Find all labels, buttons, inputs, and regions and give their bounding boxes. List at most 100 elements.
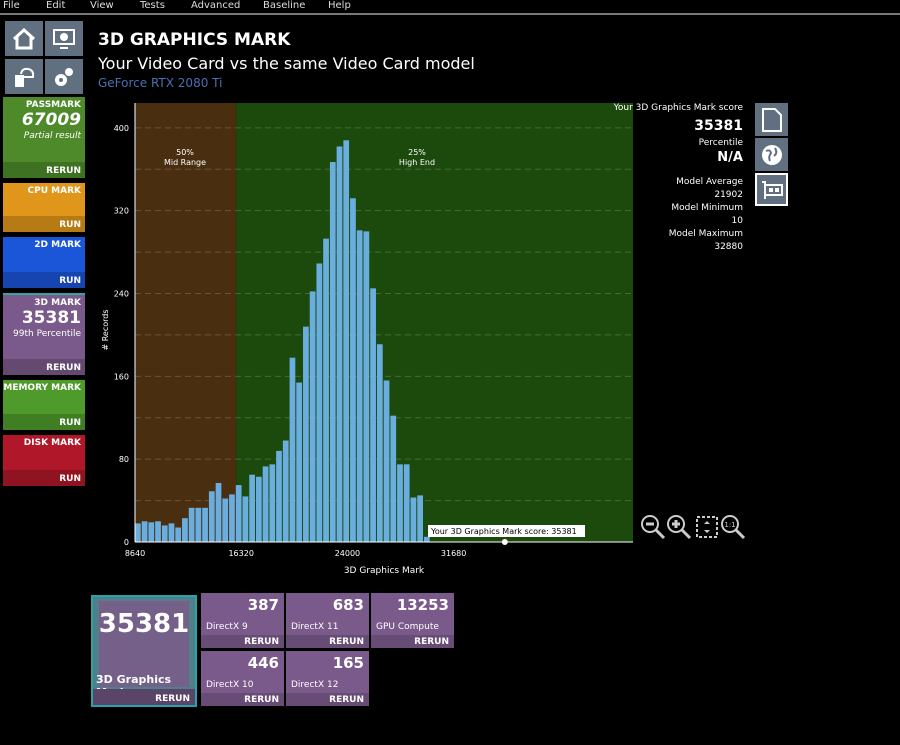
histogram-bar [336, 146, 343, 542]
sidebar-passmark-tile[interactable]: PASSMARK 67009 Partial result RERUN [3, 97, 85, 178]
y-tick-label: 0 [124, 538, 129, 547]
menu-view[interactable]: View [90, 0, 114, 11]
score-marker [501, 539, 508, 545]
video-card-model: GeForce RTX 2080 Ti [98, 76, 223, 90]
zoom-out-icon[interactable] [640, 514, 666, 540]
histogram-bar [316, 263, 323, 542]
rerun-button[interactable]: RERUN [46, 166, 81, 176]
histogram-bar [282, 440, 289, 542]
rerun-button[interactable]: RERUN [329, 637, 364, 647]
histogram-bar [195, 507, 202, 542]
menu-advanced[interactable]: Advanced [191, 0, 240, 11]
rerun-button[interactable]: RERUN [244, 695, 279, 705]
rerun-button[interactable]: RERUN [46, 363, 81, 373]
region-name: High End [399, 158, 435, 167]
histogram-bar [383, 380, 390, 542]
histogram-bar [135, 523, 141, 542]
test-score: 446 [247, 654, 279, 672]
model-maximum-value: 32880 [714, 242, 743, 252]
histogram-bar [417, 495, 424, 542]
rerun-button[interactable]: RERUN [155, 694, 190, 704]
menu-file[interactable]: File [3, 0, 20, 11]
model-minimum-label: Model Minimum [671, 203, 743, 213]
rerun-button[interactable]: RERUN [414, 637, 449, 647]
histogram-bar [370, 288, 376, 542]
test-tile-directx9[interactable]: 387 DirectX 9 RERUN [201, 593, 284, 648]
histogram-bar [296, 382, 303, 542]
main-3d-graphics-mark-tile[interactable]: 35381 3D Graphics Mark RERUN [91, 595, 197, 707]
settings-button[interactable] [45, 59, 83, 94]
y-tick-label: 240 [114, 290, 129, 299]
test-name: GPU Compute [376, 622, 439, 632]
histogram-bar [403, 464, 410, 542]
histogram-bar [175, 527, 182, 542]
histogram-bar [269, 464, 276, 542]
histogram-bar [323, 238, 329, 542]
histogram-bar [229, 494, 235, 542]
model-minimum-value: 10 [731, 216, 743, 226]
document-icon [761, 107, 782, 132]
histogram-bar [343, 140, 350, 542]
tile-sub: Partial result [23, 131, 81, 141]
run-button[interactable]: RUN [59, 220, 81, 230]
x-tick-label: 8640 [125, 549, 145, 558]
run-button[interactable]: RUN [59, 474, 81, 484]
histogram-bar [350, 198, 356, 543]
home-button[interactable] [5, 21, 43, 56]
export-document-button[interactable] [755, 103, 788, 136]
tile-label: MEMORY MARK [3, 383, 81, 393]
baseline-cloud-button[interactable] [5, 59, 43, 94]
histogram-bar [202, 507, 208, 542]
test-tile-gpu-compute[interactable]: 13253 GPU Compute RERUN [371, 593, 454, 648]
histogram-bar [242, 496, 249, 542]
test-tile-directx11[interactable]: 683 DirectX 11 RERUN [286, 593, 369, 648]
y-tick-label: 160 [114, 372, 129, 381]
graphics-card-icon [761, 180, 783, 199]
histogram-bar [309, 291, 316, 542]
cloud-database-icon [15, 67, 35, 87]
score-marker-label: Your 3D Graphics Mark score: 35381 [430, 527, 577, 536]
histogram-bar [215, 482, 222, 542]
video-card-button[interactable] [755, 173, 788, 206]
percentile-label: Percentile [698, 138, 743, 148]
rerun-button[interactable]: RERUN [329, 695, 364, 705]
rerun-button[interactable]: RERUN [244, 637, 279, 647]
score-value: 35381 [694, 118, 743, 134]
sidebar-disk-tile[interactable]: DISK MARK RUN [3, 435, 85, 486]
test-score: 165 [332, 654, 364, 672]
menu-bar: File Edit View Tests Advanced Baseline H… [0, 0, 900, 15]
x-tick-label: 16320 [228, 549, 253, 558]
sidebar-memory-tile[interactable]: MEMORY MARK RUN [3, 380, 85, 430]
system-info-button[interactable] [45, 21, 83, 56]
menu-edit[interactable]: Edit [46, 0, 65, 11]
run-button[interactable]: RUN [59, 418, 81, 428]
test-tile-directx10[interactable]: 446 DirectX 10 RERUN [201, 651, 284, 706]
zoom-in-icon[interactable] [666, 514, 692, 540]
histogram-bar [363, 231, 370, 543]
histogram-bar [390, 415, 397, 542]
zoom-fit-icon[interactable] [694, 514, 720, 540]
web-compare-button[interactable] [755, 138, 788, 171]
test-score: 13253 [396, 596, 449, 614]
page-title: 3D GRAPHICS MARK [98, 30, 291, 50]
tile-sub: 99th Percentile [13, 329, 81, 339]
model-maximum-label: Model Maximum [668, 229, 743, 239]
histogram-bar [262, 466, 269, 542]
test-tile-directx12[interactable]: 165 DirectX 12 RERUN [286, 651, 369, 706]
score-label: Your 3D Graphics Mark score [613, 103, 743, 113]
svg-text:1:1: 1:1 [724, 521, 735, 529]
menu-tests[interactable]: Tests [140, 0, 165, 11]
menu-baseline[interactable]: Baseline [263, 0, 305, 11]
y-tick-label: 80 [119, 455, 129, 464]
menu-help[interactable]: Help [328, 0, 351, 11]
sidebar-3d-tile[interactable]: 3D MARK 35381 99th Percentile RERUN [3, 293, 85, 375]
histogram-bar [161, 525, 168, 542]
test-name: DirectX 12 [291, 680, 339, 690]
sidebar-cpu-tile[interactable]: CPU MARK RUN [3, 183, 85, 232]
region-pct: 50% [176, 148, 194, 157]
histogram-bar [329, 162, 336, 542]
zoom-actual-size-icon[interactable]: 1:1 [720, 514, 746, 540]
sidebar-2d-tile[interactable]: 2D MARK RUN [3, 237, 85, 288]
histogram-bar [168, 523, 175, 542]
run-button[interactable]: RUN [59, 276, 81, 286]
